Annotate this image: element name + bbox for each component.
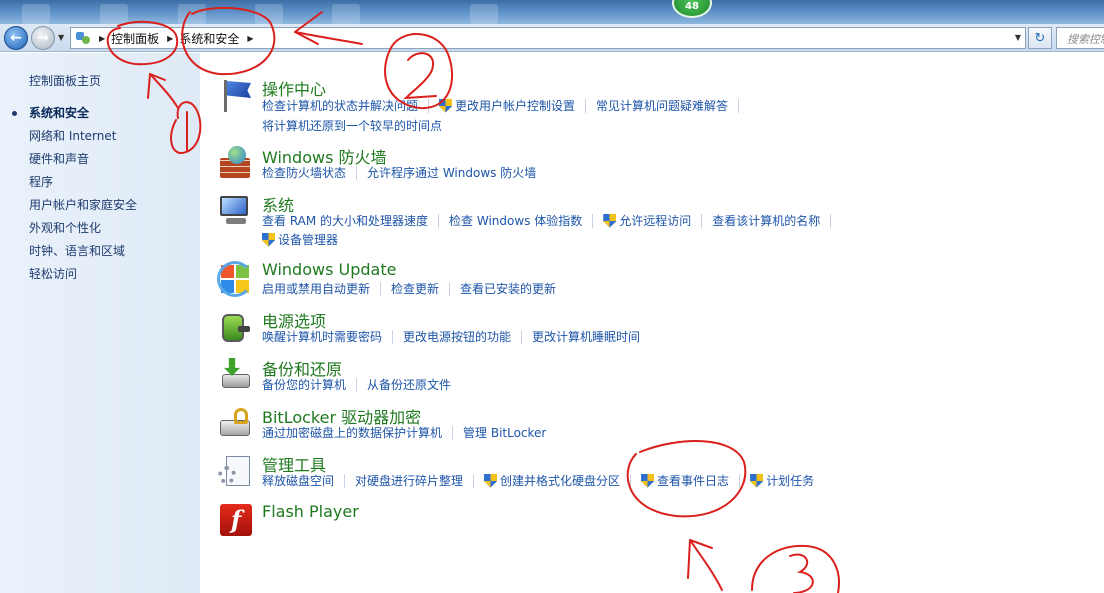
- breadcrumb-separator-icon[interactable]: ▶: [167, 34, 173, 43]
- left-nav-item-programs[interactable]: 程序: [29, 174, 137, 197]
- address-dropdown-icon[interactable]: ▼: [1015, 33, 1021, 42]
- link[interactable]: 通过加密磁盘上的数据保护计算机: [262, 424, 442, 441]
- link[interactable]: 设备管理器: [278, 231, 338, 248]
- battery-icon[interactable]: [218, 310, 252, 344]
- link[interactable]: 从备份还原文件: [367, 376, 451, 393]
- uac-shield-icon: [641, 473, 655, 488]
- taskbar-thumbnail: [178, 4, 206, 24]
- breadcrumb-control-panel[interactable]: 控制面板: [111, 30, 159, 47]
- link-row: 将计算机还原到一个较早的时间点: [262, 117, 442, 134]
- category-nav-list: 系统和安全 网络和 Internet 硬件和声音 程序 用户帐户和家庭安全 外观…: [11, 105, 137, 289]
- left-nav-item-appearance[interactable]: 外观和个性化: [29, 220, 137, 243]
- link[interactable]: 释放磁盘空间: [262, 472, 334, 489]
- category-title[interactable]: Windows Update: [262, 260, 396, 279]
- annotation-arrow: [687, 539, 713, 579]
- link[interactable]: 管理 BitLocker: [463, 424, 546, 441]
- annotation-number-3: [789, 553, 814, 593]
- arrow-left-icon: ←: [10, 30, 22, 46]
- link-row: 释放磁盘空间 对硬盘进行碎片整理 创建并格式化硬盘分区 查看事件日志 计划任务: [262, 472, 814, 489]
- control-panel-home-link[interactable]: 控制面板主页: [29, 72, 101, 89]
- computer-icon[interactable]: [218, 194, 252, 228]
- breadcrumb-system-security[interactable]: 系统和安全: [179, 30, 239, 47]
- link[interactable]: 创建并格式化硬盘分区: [500, 472, 620, 489]
- link[interactable]: 允许远程访问: [619, 212, 691, 229]
- taskbar-thumbnail: [100, 4, 128, 24]
- link-row: 检查计算机的状态并解决问题 更改用户帐户控制设置 常见计算机问题疑难解答: [262, 97, 749, 114]
- left-nav-item-hardware-sound[interactable]: 硬件和声音: [29, 151, 137, 174]
- link-row: 查看 RAM 的大小和处理器速度 检查 Windows 体验指数 允许远程访问 …: [262, 212, 841, 229]
- arrow-right-icon: →: [37, 30, 49, 46]
- link[interactable]: 计划任务: [766, 472, 814, 489]
- link[interactable]: 检查计算机的状态并解决问题: [262, 97, 418, 114]
- link[interactable]: 检查更新: [391, 280, 439, 297]
- backup-icon[interactable]: [218, 358, 252, 392]
- uac-shield-icon: [603, 213, 617, 228]
- back-button[interactable]: ←: [4, 26, 28, 50]
- uac-shield-icon: [262, 232, 275, 247]
- windows-update-icon[interactable]: [217, 261, 253, 297]
- admin-tools-icon[interactable]: [218, 454, 252, 488]
- flag-icon[interactable]: [218, 78, 252, 112]
- link[interactable]: 备份您的计算机: [262, 376, 346, 393]
- taskbar-thumbnail: [332, 4, 360, 24]
- taskbar-thumbnail: [470, 4, 498, 24]
- refresh-button[interactable]: ↻: [1028, 27, 1052, 49]
- left-nav-item-clock-language[interactable]: 时钟、语言和区域: [29, 243, 137, 266]
- bitlocker-icon[interactable]: [218, 406, 252, 440]
- link[interactable]: 更改电源按钮的功能: [403, 328, 511, 345]
- category-title[interactable]: Flash Player: [262, 502, 359, 521]
- uac-shield-icon: [484, 473, 498, 488]
- search-input[interactable]: 搜索控制: [1056, 27, 1104, 49]
- history-dropdown-icon[interactable]: ▼: [58, 33, 64, 42]
- firewall-icon[interactable]: [218, 146, 252, 180]
- taskbar-thumbnail: [255, 4, 283, 24]
- left-nav-pane: 控制面板主页 系统和安全 网络和 Internet 硬件和声音 程序 用户帐户和…: [0, 53, 200, 593]
- flash-icon[interactable]: f: [218, 504, 252, 538]
- navigation-bar: ← → ▼ ▶ 控制面板 ▶ 系统和安全 ▶ ▼ ↻ 搜索控制: [0, 24, 1104, 52]
- link-row: 唤醒计算机时需要密码 更改电源按钮的功能 更改计算机睡眠时间: [262, 328, 640, 345]
- link-row: 启用或禁用自动更新 检查更新 查看已安装的更新: [262, 280, 556, 297]
- forward-button[interactable]: →: [31, 26, 55, 50]
- address-bar[interactable]: ▶ 控制面板 ▶ 系统和安全 ▶ ▼: [70, 27, 1026, 49]
- left-nav-item-system-security[interactable]: 系统和安全: [11, 105, 137, 128]
- link-row: 通过加密磁盘上的数据保护计算机 管理 BitLocker: [262, 424, 546, 441]
- left-nav-item-network[interactable]: 网络和 Internet: [29, 128, 137, 151]
- uac-shield-icon: [439, 98, 453, 113]
- breadcrumb-separator-icon[interactable]: ▶: [99, 34, 105, 43]
- window-title-strip: [0, 0, 1104, 24]
- link[interactable]: 将计算机还原到一个较早的时间点: [262, 117, 442, 134]
- left-nav-item-user-accounts[interactable]: 用户帐户和家庭安全: [29, 197, 137, 220]
- link[interactable]: 查看 RAM 的大小和处理器速度: [262, 212, 428, 229]
- annotation-arrow: [689, 539, 723, 591]
- control-panel-icon: [75, 30, 91, 46]
- link[interactable]: 启用或禁用自动更新: [262, 280, 370, 297]
- link-row: 检查防火墙状态 允许程序通过 Windows 防火墙: [262, 164, 536, 181]
- annotation-circle: [751, 544, 840, 593]
- link-view-event-logs[interactable]: 查看事件日志: [657, 472, 729, 489]
- link[interactable]: 查看该计算机的名称: [712, 212, 820, 229]
- uac-shield-icon: [750, 473, 764, 488]
- link[interactable]: 对硬盘进行碎片整理: [355, 472, 463, 489]
- annotation-number-2: [403, 52, 437, 100]
- refresh-icon: ↻: [1034, 30, 1046, 46]
- link[interactable]: 更改计算机睡眠时间: [532, 328, 640, 345]
- link[interactable]: 查看已安装的更新: [460, 280, 556, 297]
- link[interactable]: 唤醒计算机时需要密码: [262, 328, 382, 345]
- link[interactable]: 常见计算机问题疑难解答: [596, 97, 728, 114]
- left-nav-item-ease-of-access[interactable]: 轻松访问: [29, 266, 137, 289]
- link[interactable]: 检查防火墙状态: [262, 164, 346, 181]
- link[interactable]: 检查 Windows 体验指数: [449, 212, 582, 229]
- breadcrumb-separator-icon[interactable]: ▶: [247, 34, 253, 43]
- link[interactable]: 允许程序通过 Windows 防火墙: [367, 164, 536, 181]
- link[interactable]: 更改用户帐户控制设置: [455, 97, 575, 114]
- link-row: 设备管理器: [262, 231, 338, 248]
- taskbar-thumbnail: [22, 4, 50, 24]
- link-row: 备份您的计算机 从备份还原文件: [262, 376, 451, 393]
